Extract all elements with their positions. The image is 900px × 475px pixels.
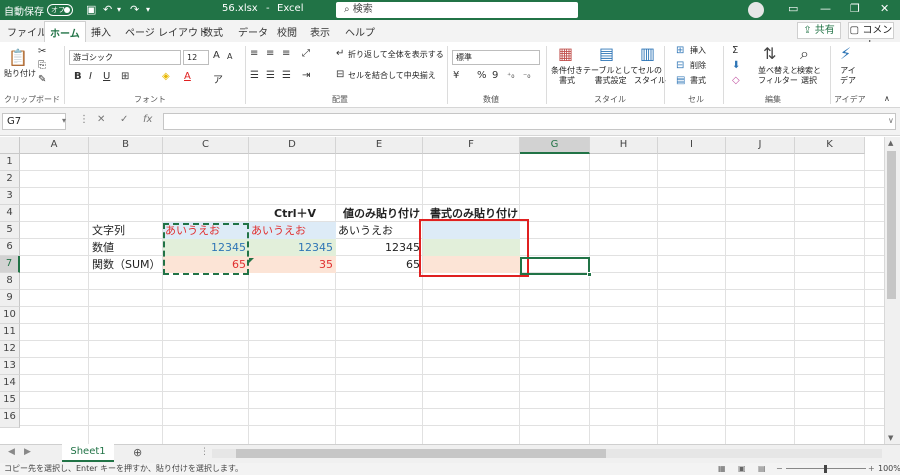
row-header-5[interactable]: 5 xyxy=(0,222,20,239)
horizontal-scroll-thumb[interactable] xyxy=(236,449,606,458)
row-header-15[interactable]: 15 xyxy=(0,392,20,409)
add-sheet-icon[interactable]: ⊕ xyxy=(133,446,142,459)
highlight-box xyxy=(419,219,529,277)
column-header-a[interactable]: A xyxy=(20,137,89,154)
row-header-3[interactable]: 3 xyxy=(0,188,20,205)
tab-splitter-icon[interactable]: ⋮ xyxy=(200,447,209,457)
cell-d4[interactable]: Ctrl＋V xyxy=(274,205,336,222)
active-cell-g7[interactable] xyxy=(520,257,590,275)
scroll-down-icon[interactable]: ▼ xyxy=(888,434,893,442)
cell-b6[interactable]: 数値 xyxy=(92,239,162,256)
cell-d7[interactable]: 35 xyxy=(249,256,336,273)
status-message: コピー先を選択し、Enter キーを押すか、貼り付けを選択します。 xyxy=(4,464,244,473)
row-header-2[interactable]: 2 xyxy=(0,171,20,188)
row-header-10[interactable]: 10 xyxy=(0,307,20,324)
row-header-16[interactable]: 16 xyxy=(0,409,20,428)
zoom-slider-thumb[interactable] xyxy=(824,465,827,473)
column-header-i[interactable]: I xyxy=(658,137,726,154)
row-header-7[interactable]: 7 xyxy=(0,256,20,273)
row-header-6[interactable]: 6 xyxy=(0,239,20,256)
scroll-up-icon[interactable]: ▲ xyxy=(888,139,893,147)
row-header-8[interactable]: 8 xyxy=(0,273,20,290)
page-break-view-icon[interactable]: ▤ xyxy=(758,463,766,475)
paste-options-tag-icon[interactable] xyxy=(249,258,254,263)
normal-view-icon[interactable]: ▦ xyxy=(718,463,726,475)
cell-e5[interactable]: あいうえお xyxy=(338,222,423,239)
column-header-b[interactable]: B xyxy=(89,137,163,154)
column-header-g[interactable]: G xyxy=(520,137,590,154)
page-layout-view-icon[interactable]: ▣ xyxy=(738,463,746,475)
sheet-tab-sheet1[interactable]: Sheet1 xyxy=(62,444,114,462)
copy-marquee xyxy=(163,223,249,275)
row-header-1[interactable]: 1 xyxy=(0,154,20,171)
column-header-f[interactable]: F xyxy=(423,137,520,154)
zoom-level[interactable]: 100% xyxy=(878,463,900,475)
row-header-12[interactable]: 12 xyxy=(0,341,20,358)
column-header-d[interactable]: D xyxy=(249,137,336,154)
status-bar: コピー先を選択し、Enter キーを押すか、貼り付けを選択します。 ▦ ▣ ▤ … xyxy=(0,463,900,475)
zoom-in-icon[interactable]: + xyxy=(868,463,875,475)
fill-handle[interactable] xyxy=(587,272,592,277)
column-header-j[interactable]: J xyxy=(726,137,795,154)
cell-d5[interactable]: あいうえお xyxy=(251,222,336,239)
column-header-k[interactable]: K xyxy=(795,137,865,154)
cell-e7[interactable]: 65 xyxy=(336,256,423,273)
cell-e6[interactable]: 12345 xyxy=(336,239,423,256)
row-header-9[interactable]: 9 xyxy=(0,290,20,307)
cell-b7[interactable]: 関数（SUM） xyxy=(92,256,164,273)
vertical-scroll-thumb[interactable] xyxy=(887,151,896,299)
cell-b5[interactable]: 文字列 xyxy=(92,222,162,239)
select-all-corner[interactable] xyxy=(0,137,20,154)
row-header-11[interactable]: 11 xyxy=(0,324,20,341)
column-header-h[interactable]: H xyxy=(590,137,658,154)
row-header-13[interactable]: 13 xyxy=(0,358,20,375)
sheet-next-icon[interactable]: ▶ xyxy=(24,447,31,457)
zoom-out-icon[interactable]: − xyxy=(776,463,783,475)
sheet-prev-icon[interactable]: ◀ xyxy=(8,447,15,457)
worksheet-grid[interactable]: A B C D E F G H I J K 1 2 3 4 5 6 7 8 9 … xyxy=(0,0,900,475)
row-header-14[interactable]: 14 xyxy=(0,375,20,392)
cell-d6[interactable]: 12345 xyxy=(249,239,336,256)
cell-e4[interactable]: 値のみ貼り付け xyxy=(343,205,423,222)
column-header-c[interactable]: C xyxy=(163,137,249,154)
row-header-4[interactable]: 4 xyxy=(0,205,20,222)
column-header-e[interactable]: E xyxy=(336,137,423,154)
